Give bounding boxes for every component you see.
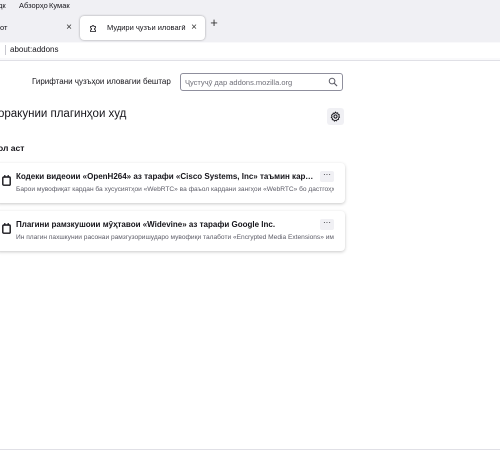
plugin-title[interactable]: Кодеки видеоии «OpenH264» аз тарафи «Cis… — [16, 172, 316, 181]
section-heading-enabled: ол аст — [0, 143, 25, 153]
url-bar[interactable] — [0, 43, 500, 58]
menu-item-view[interactable]: дк — [0, 0, 6, 11]
plugin-description: Барои мувофиқат кардан ба хусусиятҳои «W… — [16, 186, 334, 193]
plugin-card-openh264[interactable]: Кодеки видеоии «OpenH264» аз тарафи «Cis… — [0, 163, 345, 203]
page-title: оракунии плагинҳои худ — [0, 108, 127, 120]
plugin-title[interactable]: Плагини рамзкушоии мӯҳтавои «Widevine» а… — [16, 220, 316, 229]
search-icon — [328, 77, 338, 87]
plugin-icon — [2, 223, 11, 234]
more-options-button[interactable]: ··· — [320, 219, 334, 230]
close-icon[interactable]: × — [66, 16, 72, 40]
tab-previous[interactable]: от × — [0, 16, 80, 40]
navigation-bar: about:addons — [0, 42, 500, 61]
tab-strip: от × Мудири ҷузъи иловагӣ × + — [0, 12, 500, 42]
tab-label: от — [0, 23, 8, 32]
plugin-description: Ин плагин пахшкунии расонаи рамзгузоришу… — [16, 234, 334, 241]
tools-button[interactable] — [327, 108, 344, 125]
tab-addons-manager[interactable]: Мудири ҷузъи иловагӣ × — [80, 16, 205, 40]
addons-search-box[interactable] — [180, 73, 343, 91]
addons-search-input[interactable] — [185, 75, 323, 89]
menu-bar: дк Абзорҳо Кумак — [0, 0, 500, 12]
menu-item-bookmarks[interactable]: Абзорҳо — [19, 0, 48, 11]
menu-item-help[interactable]: Кумак — [49, 0, 70, 11]
gear-icon — [330, 111, 341, 122]
new-tab-button[interactable]: + — [207, 16, 221, 30]
puzzle-icon — [90, 25, 96, 32]
find-more-label: Гирифтани ҷузъҳои иловагии бештар — [32, 77, 171, 86]
url-divider — [5, 45, 6, 55]
close-icon[interactable]: × — [191, 16, 197, 40]
plugin-icon — [2, 175, 11, 186]
more-options-button[interactable]: ··· — [320, 171, 334, 182]
url-text[interactable]: about:addons — [10, 42, 59, 58]
tab-label: Мудири ҷузъи иловагӣ — [107, 23, 186, 32]
plugin-card-widevine[interactable]: Плагини рамзкушоии мӯҳтавои «Widevine» а… — [0, 211, 345, 251]
